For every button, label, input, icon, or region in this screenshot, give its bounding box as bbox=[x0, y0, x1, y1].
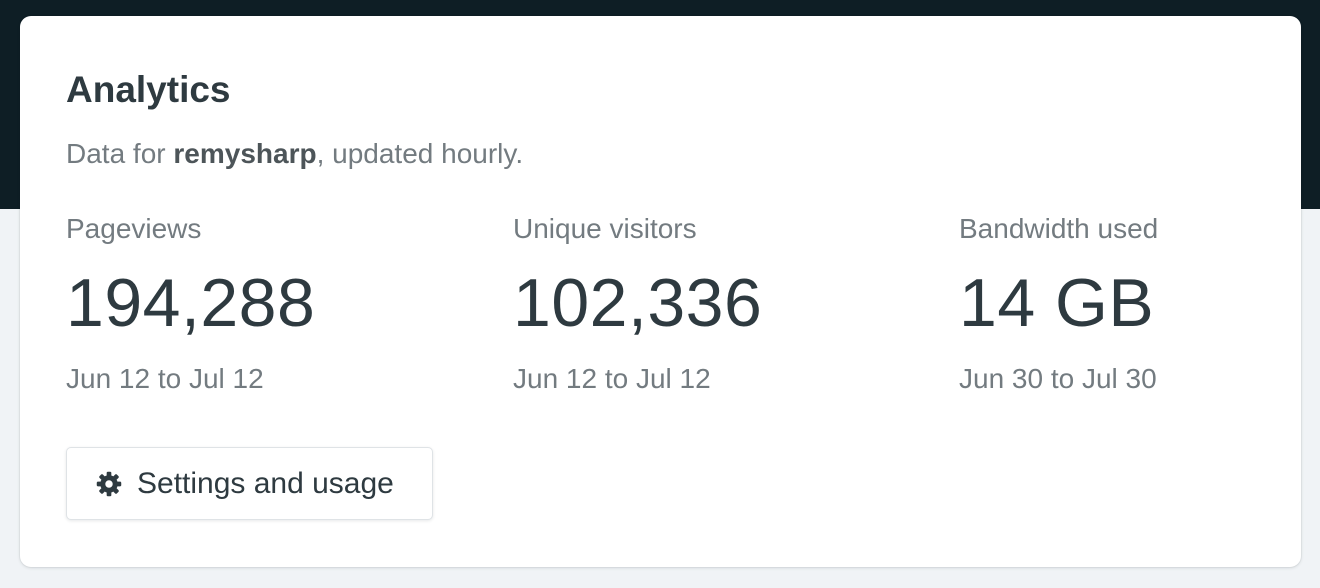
subtitle-suffix: , updated hourly. bbox=[316, 138, 524, 169]
card-title: Analytics bbox=[66, 69, 231, 110]
stat-date-range: Jun 12 to Jul 12 bbox=[66, 363, 264, 394]
stat-value: 102,336 bbox=[513, 265, 763, 341]
stat-date-range: Jun 12 to Jul 12 bbox=[513, 363, 711, 394]
subtitle-prefix: Data for bbox=[66, 138, 174, 169]
analytics-card: Analytics Data for remysharp, updated ho… bbox=[20, 16, 1301, 567]
settings-and-usage-button[interactable]: Settings and usage bbox=[66, 447, 433, 520]
stat-value: 194,288 bbox=[66, 265, 316, 341]
settings-button-label: Settings and usage bbox=[137, 466, 394, 500]
gear-icon bbox=[95, 470, 123, 498]
card-subtitle: Data for remysharp, updated hourly. bbox=[66, 136, 523, 172]
stat-label: Unique visitors bbox=[513, 213, 697, 244]
stat-label: Pageviews bbox=[66, 213, 202, 244]
stat-label: Bandwidth used bbox=[959, 213, 1159, 244]
site-name: remysharp bbox=[173, 138, 317, 169]
stat-value: 14 GB bbox=[959, 265, 1155, 341]
stat-date-range: Jun 30 to Jul 30 bbox=[959, 363, 1157, 394]
